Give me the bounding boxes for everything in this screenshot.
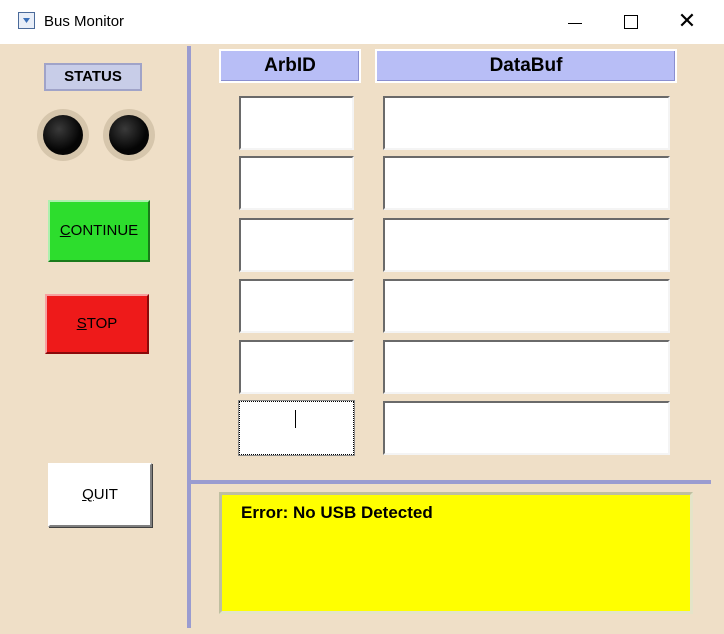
vertical-divider: [187, 46, 191, 628]
status-led-2: [103, 109, 155, 161]
arbid-field[interactable]: [239, 218, 354, 272]
minimize-button[interactable]: [552, 6, 598, 38]
databuf-column-header: DataBuf: [375, 49, 677, 83]
app-window-icon[interactable]: [18, 12, 35, 29]
databuf-field[interactable]: [383, 340, 670, 394]
maximize-button[interactable]: [608, 6, 654, 38]
stop-button[interactable]: STOP: [45, 294, 149, 354]
continue-button[interactable]: CONTINUE: [48, 200, 150, 262]
arbid-field[interactable]: [239, 279, 354, 333]
arbid-field[interactable]: [239, 96, 354, 150]
maximize-icon: [624, 15, 638, 29]
arbid-column-header: ArbID: [219, 49, 361, 83]
error-message: Error: No USB Detected: [241, 503, 433, 522]
close-button[interactable]: ✕: [664, 6, 710, 38]
status-led-1: [37, 109, 89, 161]
databuf-field[interactable]: [383, 401, 670, 455]
title-bar: Bus Monitor ✕: [0, 0, 724, 44]
error-panel: Error: No USB Detected: [219, 492, 693, 614]
window-title: Bus Monitor: [44, 13, 125, 30]
arbid-field-focused[interactable]: [238, 400, 355, 456]
arbid-field[interactable]: [239, 340, 354, 394]
minimize-icon: [568, 23, 582, 24]
quit-mnemonic: Q: [82, 486, 94, 503]
horizontal-divider: [191, 480, 711, 484]
arbid-field[interactable]: [239, 156, 354, 210]
quit-button[interactable]: QUIT: [48, 463, 152, 527]
status-label: STATUS: [44, 63, 142, 91]
databuf-field[interactable]: [383, 218, 670, 272]
databuf-field[interactable]: [383, 96, 670, 150]
continue-label: ONTINUE: [70, 222, 139, 239]
stop-label: TOP: [86, 315, 118, 332]
stop-mnemonic: S: [76, 315, 87, 332]
close-icon: ✕: [677, 9, 697, 34]
client-area: STATUS CONTINUE STOP QUIT ArbID DataBuf …: [0, 44, 724, 634]
databuf-field[interactable]: [383, 279, 670, 333]
quit-label: UIT: [93, 486, 118, 503]
continue-mnemonic: C: [59, 222, 71, 239]
databuf-field[interactable]: [383, 156, 670, 210]
text-caret: [295, 410, 296, 428]
